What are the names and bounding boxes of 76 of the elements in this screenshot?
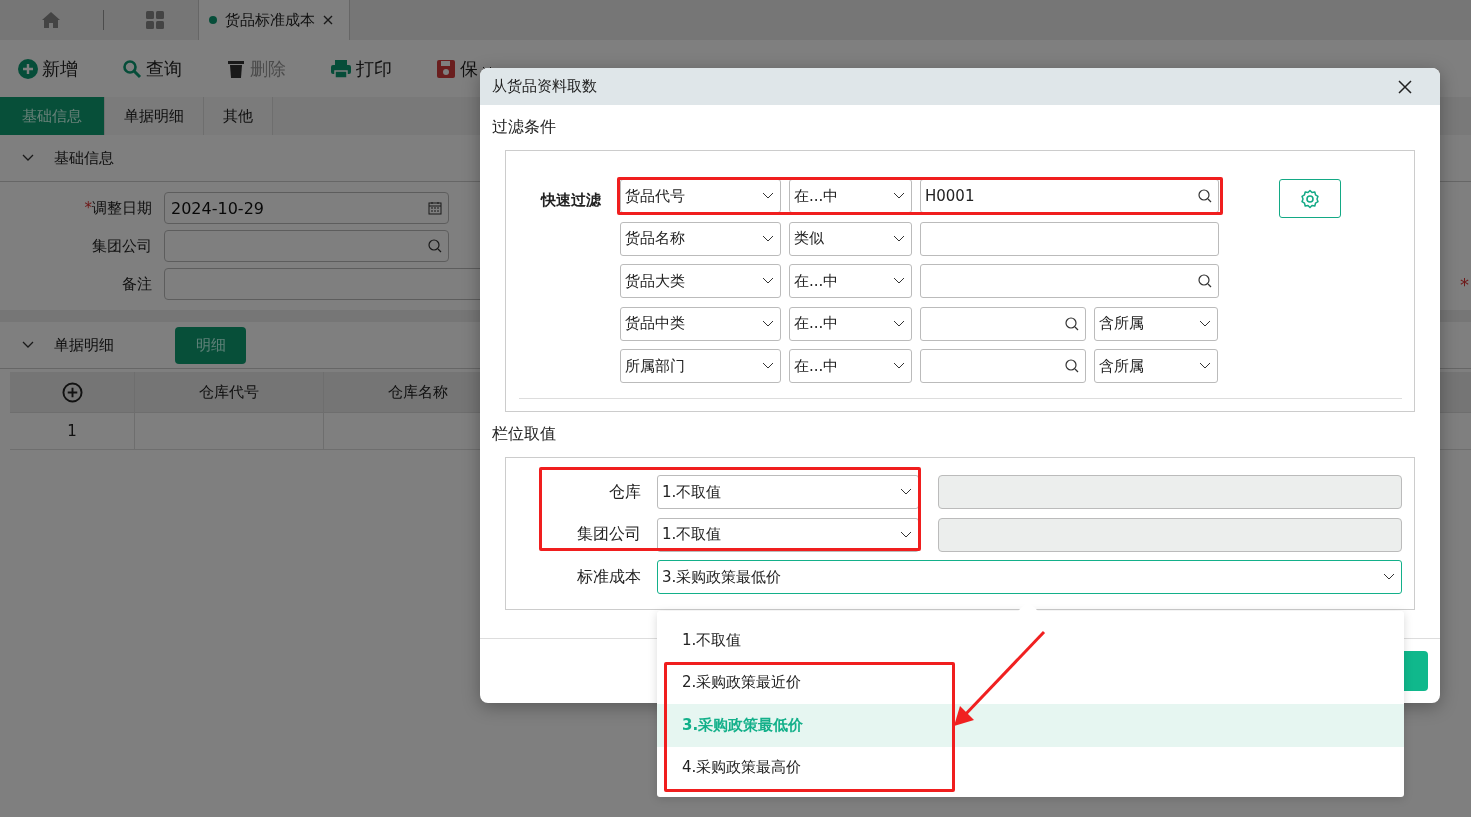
section-title: 单据明细 [54,335,114,355]
field-select[interactable]: 所属部门 [620,349,781,383]
field-label: 标准成本 [576,566,641,588]
field-label: 仓库 [608,481,641,503]
value-select[interactable]: 1.不取值 [657,475,919,509]
page-tab[interactable]: 货品标准成本 [198,0,350,40]
search-icon[interactable] [1065,316,1079,331]
input-field[interactable]: 2024-10-29 [164,192,449,224]
caret-icon [762,192,774,200]
field-select[interactable]: 货品名称 [620,221,781,256]
add-button[interactable]: 新增 [18,56,78,81]
field-label: 集团公司 [92,236,152,255]
status-dot-icon [209,16,217,24]
search-icon[interactable] [1198,274,1212,288]
caret-icon [762,234,774,243]
field-label: 调整日期 [92,198,152,217]
chevron-icon[interactable] [22,154,34,162]
dropdown-option[interactable]: 2.采购政策最近价 [657,661,1404,704]
plus-circle-icon [18,58,38,79]
scope-select[interactable]: 含所属 [1094,306,1218,341]
operator-select[interactable]: 在...中 [789,179,912,213]
dropdown-option[interactable]: 4.采购政策最高价 [657,746,1404,789]
field-select[interactable]: 货品中类 [620,306,781,341]
caret-icon [762,277,774,285]
value-select[interactable]: 1.不取值 [657,517,919,552]
caret-icon [900,488,912,496]
scope-select[interactable]: 含所属 [1094,349,1218,383]
value-field[interactable] [920,221,1219,256]
section-title: 基础信息 [54,148,114,168]
field-label: 集团公司 [576,524,641,545]
section-title: 过滤条件 [491,116,557,135]
operator-select[interactable]: 在...中 [789,306,912,341]
dropdown-option[interactable]: 1.不取值 [657,619,1404,662]
caret-icon [1199,362,1211,370]
required-mark: * [84,198,92,217]
field-label: 备注 [122,274,152,293]
caret-icon [1199,319,1211,328]
caret-icon [893,362,905,370]
value-select[interactable]: 3.采购政策最低价 [657,560,1402,594]
operator-select[interactable]: 类似 [789,221,912,256]
value-field[interactable] [920,306,1086,341]
dialog-title: 从货品资料取数 [492,77,597,96]
close-icon[interactable] [1398,79,1412,94]
print-button[interactable]: 打印 [330,56,392,81]
chevron-icon[interactable] [22,341,34,349]
search-icon[interactable] [1065,359,1079,373]
caret-icon [893,319,905,328]
gear-icon [1300,188,1320,209]
column-header: 仓库代号 [135,372,324,412]
row-number: 1 [10,413,135,449]
operator-select[interactable]: 在...中 [789,349,912,383]
caret-icon [893,192,905,200]
operator-select[interactable]: 在...中 [789,264,912,298]
caret-icon [893,234,905,243]
value-field[interactable]: H0001 [920,179,1219,213]
value-field[interactable] [920,349,1086,383]
caret-icon [1383,573,1395,581]
trash-icon [226,58,246,79]
printer-icon [330,58,352,79]
field-select[interactable]: 货品代号 [620,179,781,213]
search-icon [122,58,142,79]
calendar-icon[interactable] [428,201,442,215]
quick-filter-label: 快速过滤 [539,190,602,211]
caret-icon [762,362,774,370]
caret-icon [893,277,905,285]
field-select[interactable]: 货品大类 [620,264,781,298]
search-button[interactable]: 查询 [122,56,182,81]
input-field[interactable] [164,230,449,262]
caret-icon [762,319,774,328]
value-field[interactable] [920,264,1219,298]
settings-button[interactable] [1279,179,1341,218]
section-title: 栏位取值 [491,423,557,442]
search-icon[interactable] [1198,189,1212,203]
required-mark: * [1460,273,1469,295]
add-row-icon[interactable] [61,381,83,403]
caret-icon [900,530,912,539]
